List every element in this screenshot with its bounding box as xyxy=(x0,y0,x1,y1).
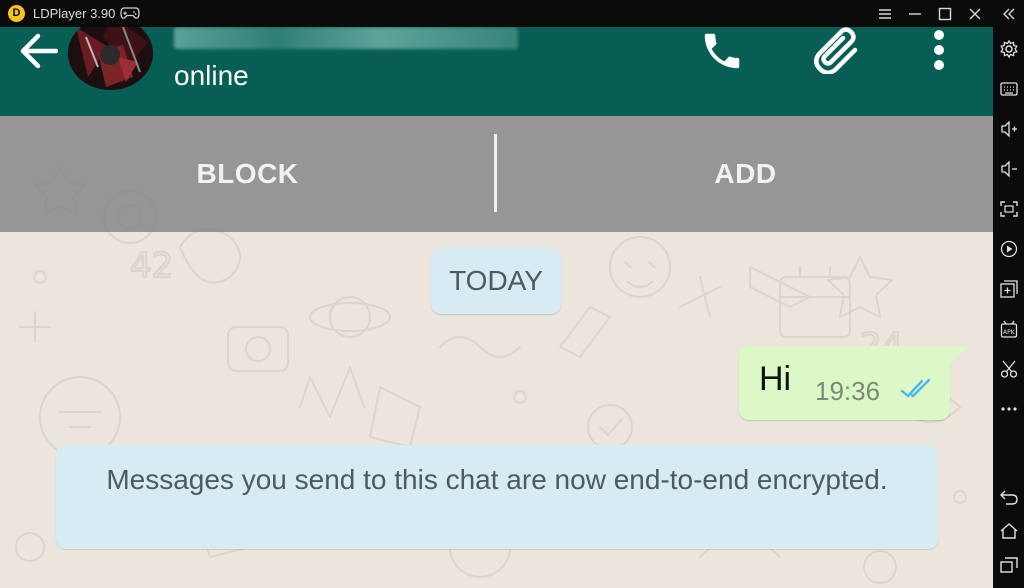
home-nav-icon[interactable] xyxy=(996,518,1022,544)
gamepad-icon[interactable] xyxy=(120,6,140,20)
contact-name-blurred xyxy=(174,27,518,49)
emulator-sidebar: APK xyxy=(993,27,1024,588)
phone-screen: 42 24 xyxy=(0,27,993,588)
more-icon[interactable] xyxy=(996,396,1022,422)
recent-apps-icon[interactable] xyxy=(996,552,1022,578)
keyboard-icon[interactable] xyxy=(996,76,1022,102)
block-button[interactable]: BLOCK xyxy=(0,116,495,232)
encryption-notice[interactable]: Messages you send to this chat are now e… xyxy=(56,445,938,549)
phone-icon[interactable] xyxy=(694,27,750,75)
volume-down-icon[interactable] xyxy=(996,156,1022,182)
back-arrow-icon[interactable] xyxy=(14,29,62,73)
message-time: 19:36 xyxy=(815,376,881,406)
minimize-icon[interactable] xyxy=(904,3,926,25)
double-check-icon xyxy=(900,378,931,398)
add-window-icon[interactable] xyxy=(996,276,1022,302)
scissors-icon[interactable] xyxy=(996,356,1022,382)
message-text: Hi xyxy=(759,360,792,398)
menu-icon[interactable] xyxy=(874,3,896,25)
paperclip-icon[interactable] xyxy=(806,27,868,75)
message-tail xyxy=(948,346,970,364)
window-title: LDPlayer 3.90 xyxy=(33,6,116,21)
close-icon[interactable] xyxy=(964,3,986,25)
back-nav-icon[interactable] xyxy=(996,484,1022,510)
fullscreen-icon[interactable] xyxy=(996,196,1022,222)
add-contact-button[interactable]: ADD xyxy=(498,116,993,232)
contact-status: online xyxy=(174,60,249,91)
svg-text:APK: APK xyxy=(1003,329,1016,336)
kebab-menu-icon[interactable] xyxy=(924,27,954,73)
maximize-icon[interactable] xyxy=(934,3,956,25)
settings-icon[interactable] xyxy=(996,36,1022,62)
emulator-title-bar: D LDPlayer 3.90 xyxy=(0,0,1024,27)
avatar[interactable] xyxy=(68,27,153,90)
volume-up-icon[interactable] xyxy=(996,116,1022,142)
collapse-sidebar-icon[interactable] xyxy=(998,3,1020,25)
outgoing-message[interactable]: Hi 19:36 xyxy=(739,346,950,420)
unknown-contact-action-bar: BLOCK ADD xyxy=(0,116,993,232)
apk-install-icon[interactable]: APK xyxy=(996,316,1022,342)
record-icon[interactable] xyxy=(996,236,1022,262)
emulator-window: D LDPlayer 3.90 42 online BLOCK ADD TODA… xyxy=(0,0,1024,588)
date-chip: TODAY xyxy=(431,248,561,314)
chat-app-bar: online xyxy=(0,27,993,116)
ldplayer-logo-icon: D xyxy=(8,5,25,22)
svg-text:42: 42 xyxy=(130,246,173,286)
action-divider xyxy=(494,134,497,212)
